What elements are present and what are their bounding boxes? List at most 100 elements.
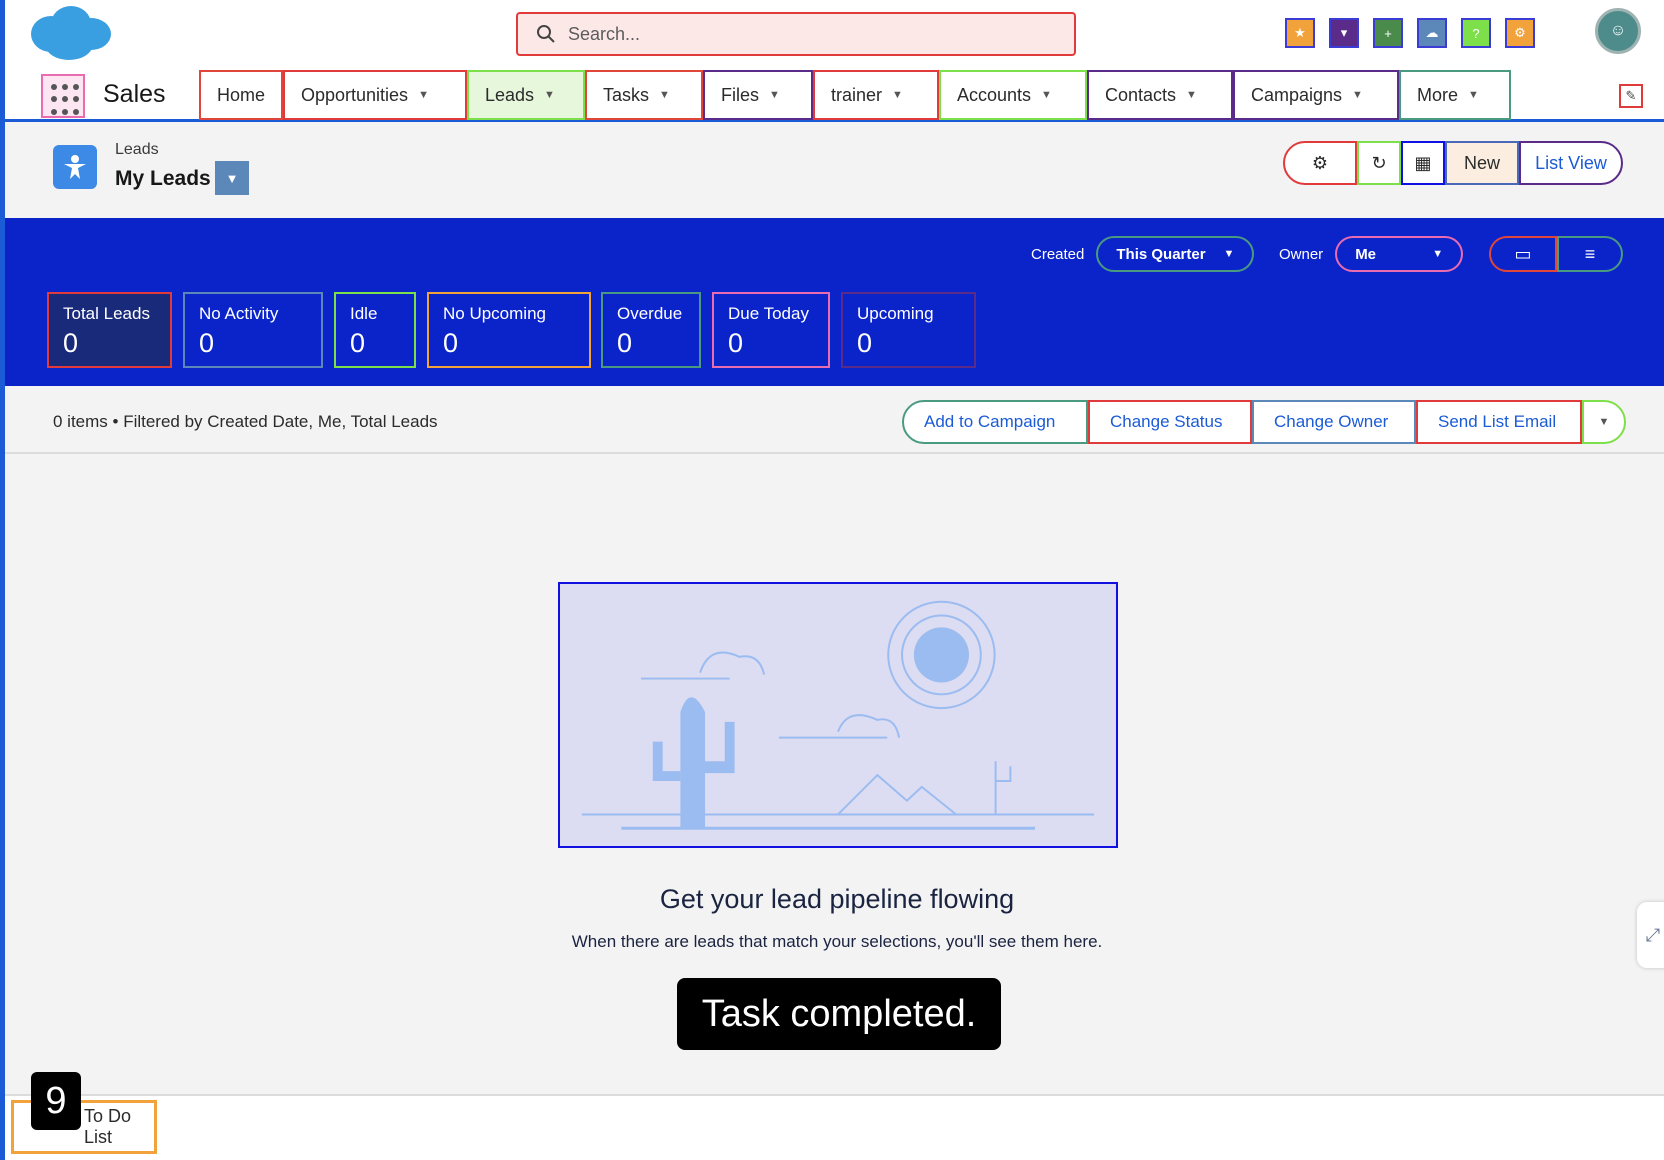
chevron-down-icon[interactable]: ▼: [769, 89, 780, 101]
list-settings-button[interactable]: ⚙: [1283, 141, 1357, 185]
app-launcher-icon[interactable]: [41, 74, 85, 118]
refresh-button[interactable]: ↻: [1357, 141, 1401, 185]
header-utility-icons: ★ ▾ + ☁ ? ⚙: [1285, 18, 1535, 48]
metric-overdue[interactable]: Overdue 0: [601, 292, 701, 368]
owner-filter-select[interactable]: Me ▼: [1335, 236, 1464, 272]
global-actions-icon[interactable]: +: [1373, 18, 1403, 48]
metric-label: Upcoming: [857, 304, 934, 323]
metric-no-upcoming[interactable]: No Upcoming 0: [427, 292, 591, 368]
metric-no-activity[interactable]: No Activity 0: [183, 292, 323, 368]
setup-gear-icon[interactable]: ⚙: [1505, 18, 1535, 48]
add-to-campaign-label: Add to Campaign: [924, 412, 1056, 431]
nav-tab-contacts[interactable]: Contacts ▼: [1087, 70, 1233, 120]
chevron-down-icon[interactable]: ▼: [1352, 89, 1363, 101]
metric-value: 0: [617, 328, 633, 358]
lead-person-icon: [64, 155, 86, 179]
metric-label: Due Today: [728, 304, 809, 323]
nav-tab-label: trainer: [831, 84, 883, 105]
created-filter-select[interactable]: This Quarter ▼: [1096, 236, 1255, 272]
list-view-actions: ⚙ ↻ ▦ New List View: [1283, 141, 1623, 185]
display-as-button[interactable]: ▦: [1401, 141, 1445, 185]
nav-tab-campaigns[interactable]: Campaigns ▼: [1233, 70, 1399, 120]
app-name: Sales: [103, 80, 166, 108]
chevron-down-icon[interactable]: ▼: [1041, 89, 1052, 101]
nav-tab-files[interactable]: Files ▼: [703, 70, 813, 120]
owner-filter: Owner Me ▼: [1279, 236, 1464, 272]
expand-icon: ⤢: [1645, 924, 1661, 945]
list-toolbar: 0 items • Filtered by Created Date, Me, …: [5, 386, 1664, 454]
chevron-down-icon[interactable]: ▼: [418, 89, 429, 101]
side-panel-handle[interactable]: ⤢: [1637, 902, 1664, 968]
lead-metrics-band: Created This Quarter ▼ Owner Me ▼ ▭ ≡ To…: [5, 218, 1664, 386]
owner-filter-label: Owner: [1279, 245, 1324, 263]
user-avatar[interactable]: ☺: [1595, 8, 1641, 54]
gear-icon: ⚙: [1311, 152, 1329, 173]
filter-icon: ≡: [1584, 243, 1596, 264]
table-icon: ▦: [1414, 152, 1432, 173]
chevron-down-icon: ▼: [1432, 248, 1444, 260]
guidance-center-icon[interactable]: ☁: [1417, 18, 1447, 48]
chevron-down-icon: ▼: [1598, 416, 1610, 428]
nav-tabs: Home Opportunities ▼ Leads ▼ Tasks ▼ Files ▼ trai…: [199, 70, 1511, 120]
chevron-down-icon[interactable]: ▼: [659, 89, 670, 101]
filter-list-button[interactable]: ≡: [1557, 236, 1623, 272]
add-to-campaign-button[interactable]: Add to Campaign: [902, 400, 1088, 444]
metric-total-leads[interactable]: Total Leads 0: [47, 292, 172, 368]
more-actions-button[interactable]: ▼: [1582, 400, 1626, 444]
nav-tab-label: Home: [217, 84, 266, 105]
nav-tab-tasks[interactable]: Tasks ▼: [585, 70, 703, 120]
favorites-icon[interactable]: ★: [1285, 18, 1315, 48]
new-button[interactable]: New: [1445, 141, 1519, 185]
nav-tab-leads[interactable]: Leads ▼: [467, 70, 585, 120]
global-search[interactable]: [516, 12, 1076, 56]
metric-idle[interactable]: Idle 0: [334, 292, 416, 368]
metric-label: Overdue: [617, 304, 683, 323]
owner-filter-value: Me: [1355, 245, 1377, 263]
step-badge: 9: [31, 1072, 81, 1130]
created-filter-value: This Quarter: [1116, 245, 1206, 263]
user-avatar-icon: ☺: [1609, 22, 1627, 39]
metric-label: No Upcoming: [443, 304, 546, 323]
object-label: Leads: [115, 141, 159, 158]
nav-tab-home[interactable]: Home: [199, 70, 283, 120]
metric-due-today[interactable]: Due Today 0: [712, 292, 830, 368]
nav-tab-label: Campaigns: [1251, 84, 1343, 105]
list-view-title: My Leads: [115, 167, 211, 190]
chevron-down-icon: ▼: [1223, 248, 1235, 260]
chat-toggle-button[interactable]: ▭: [1489, 236, 1557, 272]
list-view-button[interactable]: List View: [1519, 141, 1623, 185]
metric-value: 0: [350, 328, 366, 358]
app-frame: ★ ▾ + ☁ ? ⚙ ☺ Sales HomeOpportunities▼Le…: [0, 0, 1664, 1160]
edit-nav-items-icon[interactable]: ✎: [1619, 84, 1643, 108]
metric-value: 0: [443, 328, 459, 358]
change-status-label: Change Status: [1110, 412, 1223, 431]
change-owner-button[interactable]: Change Owner: [1252, 400, 1416, 444]
chat-icon: ▭: [1514, 243, 1532, 264]
metric-label: Idle: [350, 304, 378, 323]
todo-list-label: To Do List: [84, 1106, 132, 1147]
chevron-down-icon[interactable]: ▼: [544, 89, 555, 101]
favorites-list-icon[interactable]: ▾: [1329, 18, 1359, 48]
send-list-email-button[interactable]: Send List Email: [1416, 400, 1582, 444]
nav-tab-label: Accounts: [957, 84, 1032, 105]
metric-value: 0: [63, 328, 79, 358]
chevron-down-icon[interactable]: ▼: [892, 89, 903, 101]
nav-tab-opportunities[interactable]: Opportunities ▼: [283, 70, 467, 120]
list-bulk-actions: Add to Campaign Change Status Change Own…: [902, 400, 1626, 444]
nav-tab-label: Leads: [485, 84, 535, 105]
nav-tab-trainer[interactable]: trainer ▼: [813, 70, 939, 120]
search-input[interactable]: [568, 23, 1038, 45]
metric-value: 0: [857, 328, 873, 358]
chevron-down-icon[interactable]: ▼: [1468, 89, 1479, 101]
lead-object-icon: [53, 145, 97, 189]
change-status-button[interactable]: Change Status: [1088, 400, 1252, 444]
salesforce-logo[interactable]: [27, 4, 113, 62]
send-list-email-label: Send List Email: [1438, 412, 1557, 431]
list-view-picker-button[interactable]: ▼: [215, 161, 249, 195]
metric-upcoming[interactable]: Upcoming 0: [841, 292, 976, 368]
nav-tab-more[interactable]: More ▼: [1399, 70, 1511, 120]
nav-tab-accounts[interactable]: Accounts ▼: [939, 70, 1087, 120]
help-icon[interactable]: ?: [1461, 18, 1491, 48]
band-actions: ▭ ≡: [1489, 236, 1623, 272]
chevron-down-icon[interactable]: ▼: [1186, 89, 1197, 101]
